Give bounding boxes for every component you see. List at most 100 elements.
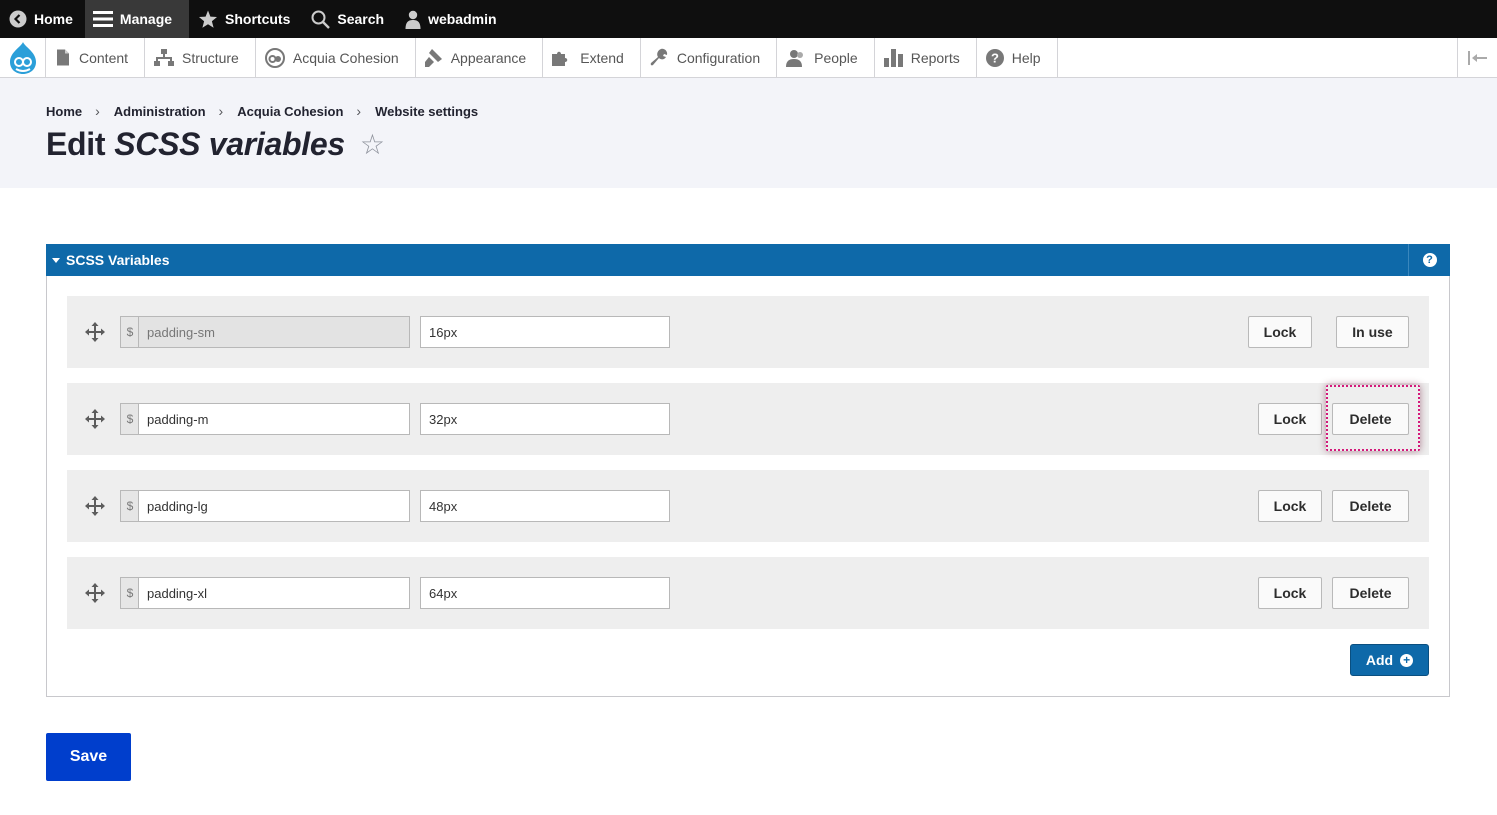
tray-item-people[interactable]: People [777, 38, 875, 77]
back-arrow-icon [9, 10, 27, 28]
tray-item-extend[interactable]: Extend [543, 38, 641, 77]
wrench-icon [650, 48, 667, 66]
scss-variables-panel: SCSS Variables ? $ Lock In use $ Lock De… [46, 244, 1450, 697]
panel-help-button[interactable]: ? [1408, 244, 1450, 276]
breadcrumb: Home › Administration › Acquia Cohesion … [46, 103, 478, 119]
breadcrumb-link[interactable]: Website settings [375, 104, 478, 119]
variable-name-input[interactable] [138, 490, 410, 522]
sitemap-icon [154, 49, 175, 66]
page-title-prefix: Edit [46, 126, 106, 162]
search-icon [311, 10, 331, 29]
tray-item-label: Content [79, 49, 129, 66]
plus-circle-icon: + [1400, 653, 1414, 667]
variable-row: $ Lock Delete [67, 470, 1429, 542]
tray-orientation-toggle[interactable] [1457, 38, 1497, 77]
breadcrumb-separator: › [95, 103, 100, 119]
drag-handle-icon[interactable] [85, 322, 105, 342]
hamburger-icon [92, 11, 113, 27]
toolbar-home[interactable]: Home [0, 0, 85, 38]
collapse-left-icon [1467, 50, 1487, 65]
toolbar-manage[interactable]: Manage [84, 0, 190, 38]
delete-button[interactable]: Delete [1332, 490, 1409, 522]
puzzle-icon [552, 51, 568, 66]
star-icon [199, 10, 218, 28]
variable-row: $ Lock Delete [67, 383, 1429, 455]
toolbar-user[interactable]: webadmin [396, 0, 508, 38]
variable-value-input[interactable] [420, 403, 670, 435]
tray-item-label: Reports [910, 49, 960, 66]
user-icon [405, 10, 421, 29]
lock-button[interactable]: Lock [1258, 490, 1322, 522]
lock-button[interactable]: Lock [1258, 403, 1322, 435]
variable-value-input[interactable] [420, 490, 670, 522]
tray-spacer [1058, 38, 1457, 77]
tray-item-label: Structure [182, 49, 239, 66]
lock-button[interactable]: Lock [1248, 316, 1312, 348]
drupal-drop-icon [9, 41, 36, 74]
favorite-star-icon[interactable]: ☆ [360, 128, 385, 161]
save-button[interactable]: Save [46, 733, 131, 781]
admin-tray: Content Structure Acquia Cohesion Appear… [0, 38, 1497, 78]
toolbar-shortcuts[interactable]: Shortcuts [189, 0, 302, 38]
variable-prefix: $ [120, 316, 139, 348]
tray-item-reports[interactable]: Reports [875, 38, 977, 77]
variable-prefix: $ [120, 577, 139, 609]
page-title-emphasis: SCSS variables [114, 126, 345, 162]
tray-item-label: Help [1011, 49, 1041, 66]
caret-down-icon [52, 257, 60, 263]
tray-item-label: Acquia Cohesion [292, 49, 399, 66]
drag-handle-icon[interactable] [85, 496, 105, 516]
variable-row: $ Lock In use [67, 296, 1429, 368]
document-icon [57, 49, 69, 66]
tray-item-label: Appearance [450, 49, 527, 66]
svg-text:?: ? [991, 50, 999, 65]
drag-handle-icon[interactable] [85, 409, 105, 429]
bar-chart-icon [883, 48, 903, 67]
tray-item-help[interactable]: ? Help [977, 38, 1058, 77]
variable-value-input[interactable] [420, 316, 670, 348]
add-button-label: Add [1365, 652, 1394, 668]
tray-item-label: Extend [580, 49, 624, 66]
delete-button[interactable]: Delete [1332, 577, 1409, 609]
page-title: Edit SCSS variables ☆ [46, 126, 385, 163]
admin-toolbar: Home Manage Shortcuts Search webadmin [0, 0, 1497, 38]
paintbrush-icon [424, 48, 442, 67]
help-circle-icon: ? [1422, 253, 1437, 267]
variable-row: $ Lock Delete [67, 557, 1429, 629]
help-icon: ? [985, 48, 1004, 67]
variable-name-input[interactable] [138, 403, 410, 435]
toolbar-shortcuts-label: Shortcuts [225, 11, 291, 27]
variable-value-input[interactable] [420, 577, 670, 609]
panel-header[interactable]: SCSS Variables ? [46, 244, 1450, 276]
cohesion-icon [264, 47, 285, 68]
variable-name-input[interactable] [138, 316, 410, 348]
lock-button[interactable]: Lock [1258, 577, 1322, 609]
toolbar-search-label: Search [337, 11, 385, 27]
variable-prefix: $ [120, 490, 139, 522]
breadcrumb-link[interactable]: Home [46, 104, 82, 119]
variable-name-input[interactable] [138, 577, 410, 609]
toolbar-search[interactable]: Search [302, 0, 396, 38]
add-variable-button[interactable]: Add + [1350, 644, 1429, 676]
breadcrumb-separator: › [356, 103, 362, 119]
panel-title: SCSS Variables [66, 252, 170, 268]
tray-item-content[interactable]: Content [46, 38, 146, 77]
breadcrumb-link[interactable]: Administration [114, 104, 206, 119]
toolbar-user-label: webadmin [428, 11, 497, 27]
delete-button[interactable]: Delete [1332, 403, 1409, 435]
tray-item-acquia-cohesion[interactable]: Acquia Cohesion [256, 38, 416, 77]
breadcrumb-separator: › [218, 103, 224, 119]
tray-item-label: Configuration [676, 49, 761, 66]
breadcrumb-link[interactable]: Acquia Cohesion [237, 104, 343, 119]
drag-handle-icon[interactable] [85, 583, 105, 603]
tray-item-configuration[interactable]: Configuration [641, 38, 778, 77]
tray-item-structure[interactable]: Structure [145, 38, 256, 77]
variable-prefix: $ [120, 403, 139, 435]
in-use-button[interactable]: In use [1336, 316, 1409, 348]
drupal-logo[interactable] [0, 38, 46, 77]
people-icon [786, 49, 804, 67]
tray-item-label: People [814, 49, 858, 66]
toolbar-manage-label: Manage [119, 11, 173, 27]
toolbar-home-label: Home [34, 11, 73, 27]
tray-item-appearance[interactable]: Appearance [416, 38, 544, 77]
